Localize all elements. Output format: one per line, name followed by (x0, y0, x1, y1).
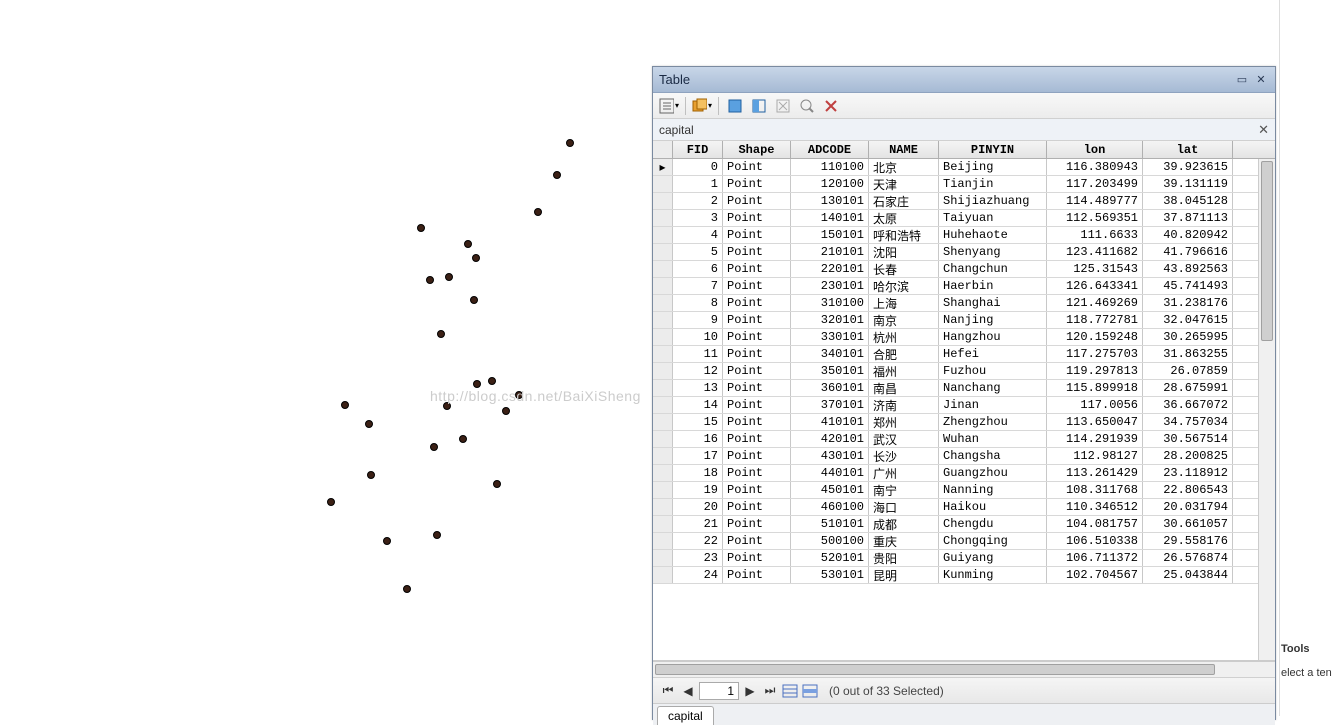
attribute-table-window: Table ▭ ✕ ▾ ▾ capital ✕ FIDShapeADCODENA… (652, 66, 1276, 720)
next-record-button[interactable]: ▶ (741, 682, 759, 700)
horizontal-scrollbar[interactable] (653, 661, 1275, 677)
table-row[interactable]: 6Point220101长春Changchun125.3154343.89256… (653, 261, 1275, 278)
record-navigator: ⏮ ◀ ▶ ⏭ (0 out of 33 Selected) (653, 677, 1275, 703)
table-grid[interactable]: FIDShapeADCODENAMEPINYINlonlat▸0Point110… (653, 141, 1275, 661)
map-point[interactable] (472, 254, 480, 262)
table-row[interactable]: 18Point440101广州Guangzhou113.26142923.118… (653, 465, 1275, 482)
table-options-icon[interactable]: ▾ (659, 96, 679, 116)
map-point[interactable] (488, 377, 496, 385)
side-panel: Tools elect a ten (1279, 0, 1344, 716)
table-row[interactable]: ▸0Point110100北京Beijing116.38094339.92361… (653, 159, 1275, 176)
switch-selection-icon[interactable] (749, 96, 769, 116)
show-all-records-icon[interactable] (781, 682, 799, 700)
map-point[interactable] (403, 585, 411, 593)
table-row[interactable]: 9Point320101南京Nanjing118.77278132.047615 (653, 312, 1275, 329)
table-row[interactable]: 2Point130101石家庄Shijiazhuang114.48977738.… (653, 193, 1275, 210)
table-row[interactable]: 5Point210101沈阳Shenyang123.41168241.79661… (653, 244, 1275, 261)
table-tabs: capital (653, 703, 1275, 725)
last-record-button[interactable]: ⏭ (761, 682, 779, 700)
map-point[interactable] (470, 296, 478, 304)
map-point[interactable] (437, 330, 445, 338)
table-row[interactable]: 23Point520101贵阳Guiyang106.71137226.57687… (653, 550, 1275, 567)
table-row[interactable]: 17Point430101长沙Changsha112.9812728.20082… (653, 448, 1275, 465)
related-tables-icon[interactable]: ▾ (692, 96, 712, 116)
map-point[interactable] (459, 435, 467, 443)
zoom-selection-icon[interactable] (797, 96, 817, 116)
side-panel-content: Tools elect a ten (1279, 640, 1344, 682)
map-point[interactable] (341, 401, 349, 409)
table-row[interactable]: 19Point450101南宁Nanning108.31176822.80654… (653, 482, 1275, 499)
table-row[interactable]: 15Point410101郑州Zhengzhou113.65004734.757… (653, 414, 1275, 431)
map-point[interactable] (464, 240, 472, 248)
table-row[interactable]: 11Point340101合肥Hefei117.27570331.863255 (653, 346, 1275, 363)
map-point[interactable] (445, 273, 453, 281)
map-point[interactable] (566, 139, 574, 147)
map-point[interactable] (417, 224, 425, 232)
table-row[interactable]: 10Point330101杭州Hangzhou120.15924830.2659… (653, 329, 1275, 346)
map-point[interactable] (534, 208, 542, 216)
map-point[interactable] (367, 471, 375, 479)
first-record-button[interactable]: ⏮ (659, 682, 677, 700)
table-row[interactable]: 16Point420101武汉Wuhan114.29193930.567514 (653, 431, 1275, 448)
dock-button[interactable]: ▭ (1234, 73, 1250, 87)
delete-selected-icon[interactable] (821, 96, 841, 116)
map-point[interactable] (433, 531, 441, 539)
table-row[interactable]: 20Point460100海口Haikou110.34651220.031794 (653, 499, 1275, 516)
record-number-input[interactable] (699, 682, 739, 700)
table-layer-name: capital (659, 123, 694, 137)
table-row[interactable]: 21Point510101成都Chengdu104.08175730.66105… (653, 516, 1275, 533)
table-row[interactable]: 8Point310100上海Shanghai121.46926931.23817… (653, 295, 1275, 312)
map-point[interactable] (493, 480, 501, 488)
table-row[interactable]: 4Point150101呼和浩特Huhehaote111.663340.8209… (653, 227, 1275, 244)
show-selected-records-icon[interactable] (801, 682, 819, 700)
close-layer-tab-icon[interactable]: ✕ (1258, 122, 1269, 138)
table-row[interactable]: 14Point370101济南Jinan117.005636.667072 (653, 397, 1275, 414)
table-row[interactable]: 7Point230101哈尔滨Haerbin126.64334145.74149… (653, 278, 1275, 295)
prev-record-button[interactable]: ◀ (679, 682, 697, 700)
side-panel-title: Tools (1281, 643, 1342, 655)
close-button[interactable]: ✕ (1253, 73, 1269, 87)
map-point[interactable] (426, 276, 434, 284)
map-point[interactable] (502, 407, 510, 415)
map-point[interactable] (383, 537, 391, 545)
table-layer-bar: capital ✕ (653, 119, 1275, 141)
table-row[interactable]: 24Point530101昆明Kunming102.70456725.04384… (653, 567, 1275, 584)
table-title: Table (659, 72, 1231, 87)
vertical-scrollbar[interactable] (1258, 159, 1275, 660)
watermark-text: http://blog.csdn.net/BaiXiSheng (430, 388, 641, 404)
map-point[interactable] (365, 420, 373, 428)
map-point[interactable] (327, 498, 335, 506)
table-row[interactable]: 1Point120100天津Tianjin117.20349939.131119 (653, 176, 1275, 193)
map-point[interactable] (553, 171, 561, 179)
clear-selection-icon[interactable] (773, 96, 793, 116)
map-point[interactable] (430, 443, 438, 451)
side-panel-hint: elect a ten (1281, 667, 1342, 679)
table-row[interactable]: 13Point360101南昌Nanchang115.89991828.6759… (653, 380, 1275, 397)
map-point[interactable] (473, 380, 481, 388)
select-by-attributes-icon[interactable] (725, 96, 745, 116)
table-titlebar[interactable]: Table ▭ ✕ (653, 67, 1275, 93)
table-row[interactable]: 12Point350101福州Fuzhou119.29781326.07859 (653, 363, 1275, 380)
table-row[interactable]: 22Point500100重庆Chongqing106.51033829.558… (653, 533, 1275, 550)
selection-status: (0 out of 33 Selected) (829, 684, 944, 698)
table-row[interactable]: 3Point140101太原Taiyuan112.56935137.871113 (653, 210, 1275, 227)
table-toolbar: ▾ ▾ (653, 93, 1275, 119)
